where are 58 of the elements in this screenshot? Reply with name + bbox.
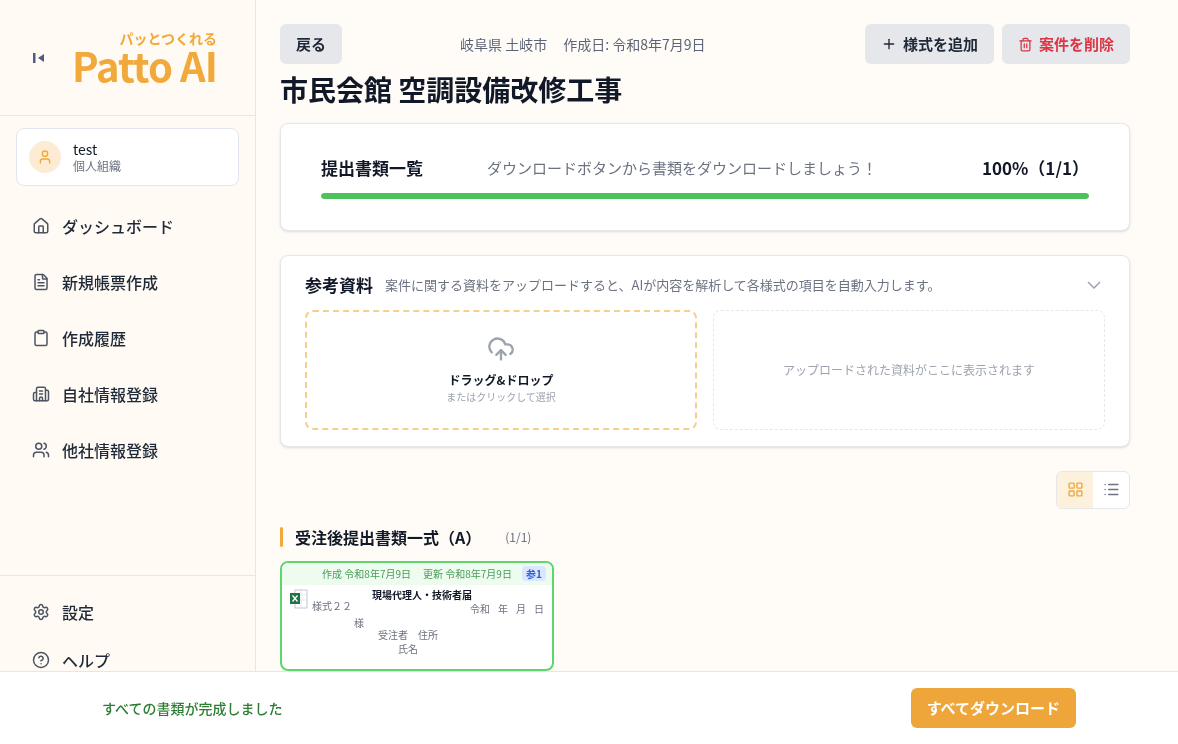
group-title: 受注後提出書類一式（A） (295, 524, 482, 549)
delete-project-button[interactable]: 案件を削除 (1002, 24, 1130, 64)
upload-dropzone[interactable]: ドラッグ&ドロップ またはクリックして選択 (305, 309, 697, 430)
addressee-label: 様 (354, 616, 364, 628)
back-button[interactable]: 戻る (280, 24, 342, 64)
date-label: 月 (516, 602, 526, 614)
user-name: test (73, 140, 99, 159)
clipboard-icon (32, 329, 50, 347)
dropzone-title: ドラッグ&ドロップ (448, 371, 554, 389)
organization-name: 個人組織 (73, 158, 121, 174)
document-icon (32, 273, 50, 291)
document-card[interactable]: 作成 令和8年7月9日 更新 令和8年7月9日 参1 様式２２ 現場代理人・技術者届 令和 年 月 日 様 受注者 住所 氏名 (280, 560, 554, 671)
nav-item[interactable]: 他社情報登録 (0, 422, 255, 478)
nav-item[interactable]: 新規帳票作成 (0, 254, 255, 310)
spreadsheet-icon (290, 588, 308, 609)
nav-item[interactable]: ダッシュボード (0, 198, 255, 254)
form-number: 様式２２ (312, 600, 352, 611)
date-label: 日 (534, 602, 544, 614)
reference-badge: 参1 (522, 566, 546, 581)
help-icon (32, 651, 50, 669)
progress-message: ダウンロードボタンから書類をダウンロードしましょう！ (487, 156, 877, 180)
nav-item[interactable]: 自社情報登録 (0, 366, 255, 422)
user-icon (37, 149, 53, 165)
reference-description: 案件に関する資料をアップロードすると、AIが内容を解析して各様式の項目を自動入力します。 (385, 275, 941, 295)
list-icon (1102, 481, 1120, 498)
completion-status: すべての書類が完成しました (102, 697, 283, 719)
settings-icon (32, 603, 50, 621)
updated-date: 更新 令和8年7月9日 (423, 566, 512, 581)
nav-item[interactable]: ヘルプ (0, 648, 255, 672)
nav-item[interactable]: 設定 (0, 600, 255, 624)
name-label: 氏名 (398, 642, 418, 654)
document-heading: 現場代理人・技術者届 (372, 588, 472, 601)
date-label: 令和 (470, 602, 490, 614)
reference-title: 参考資料 (305, 272, 373, 298)
group-count: (1/1) (505, 527, 532, 546)
user-card[interactable]: test 個人組織 (16, 128, 239, 186)
created-date: 作成 令和8年7月9日 (322, 566, 411, 581)
nav-item[interactable]: 作成履歴 (0, 310, 255, 366)
dropzone-hint: またはクリックして選択 (446, 389, 556, 404)
trash-icon (1018, 36, 1033, 52)
empty-message: アップロードされた資料がここに表示されます (783, 360, 1035, 379)
grid-icon (1066, 481, 1084, 498)
home-icon (32, 217, 50, 235)
created-date: 作成日: 令和8年7月9日 (563, 33, 706, 55)
date-label: 年 (498, 602, 508, 614)
chevron-down-icon (1087, 280, 1101, 289)
logo: パッとつくれる Patto AI (72, 30, 217, 85)
location-text: 岐阜県 土岐市 (460, 33, 548, 55)
project-title: 市民会館 空調設備改修工事 (280, 72, 624, 107)
users-icon (32, 441, 50, 459)
progress-reading: 100%（1/1） (981, 155, 1089, 181)
collapse-icon (32, 50, 46, 65)
progress-title: 提出書類一覧 (321, 155, 423, 181)
collapse-toggle[interactable] (1087, 280, 1101, 289)
add-form-button[interactable]: 様式を追加 (864, 24, 994, 64)
upload-icon (487, 335, 515, 363)
building-icon (32, 385, 50, 403)
contractor-label: 受注者 住所 (378, 628, 438, 640)
